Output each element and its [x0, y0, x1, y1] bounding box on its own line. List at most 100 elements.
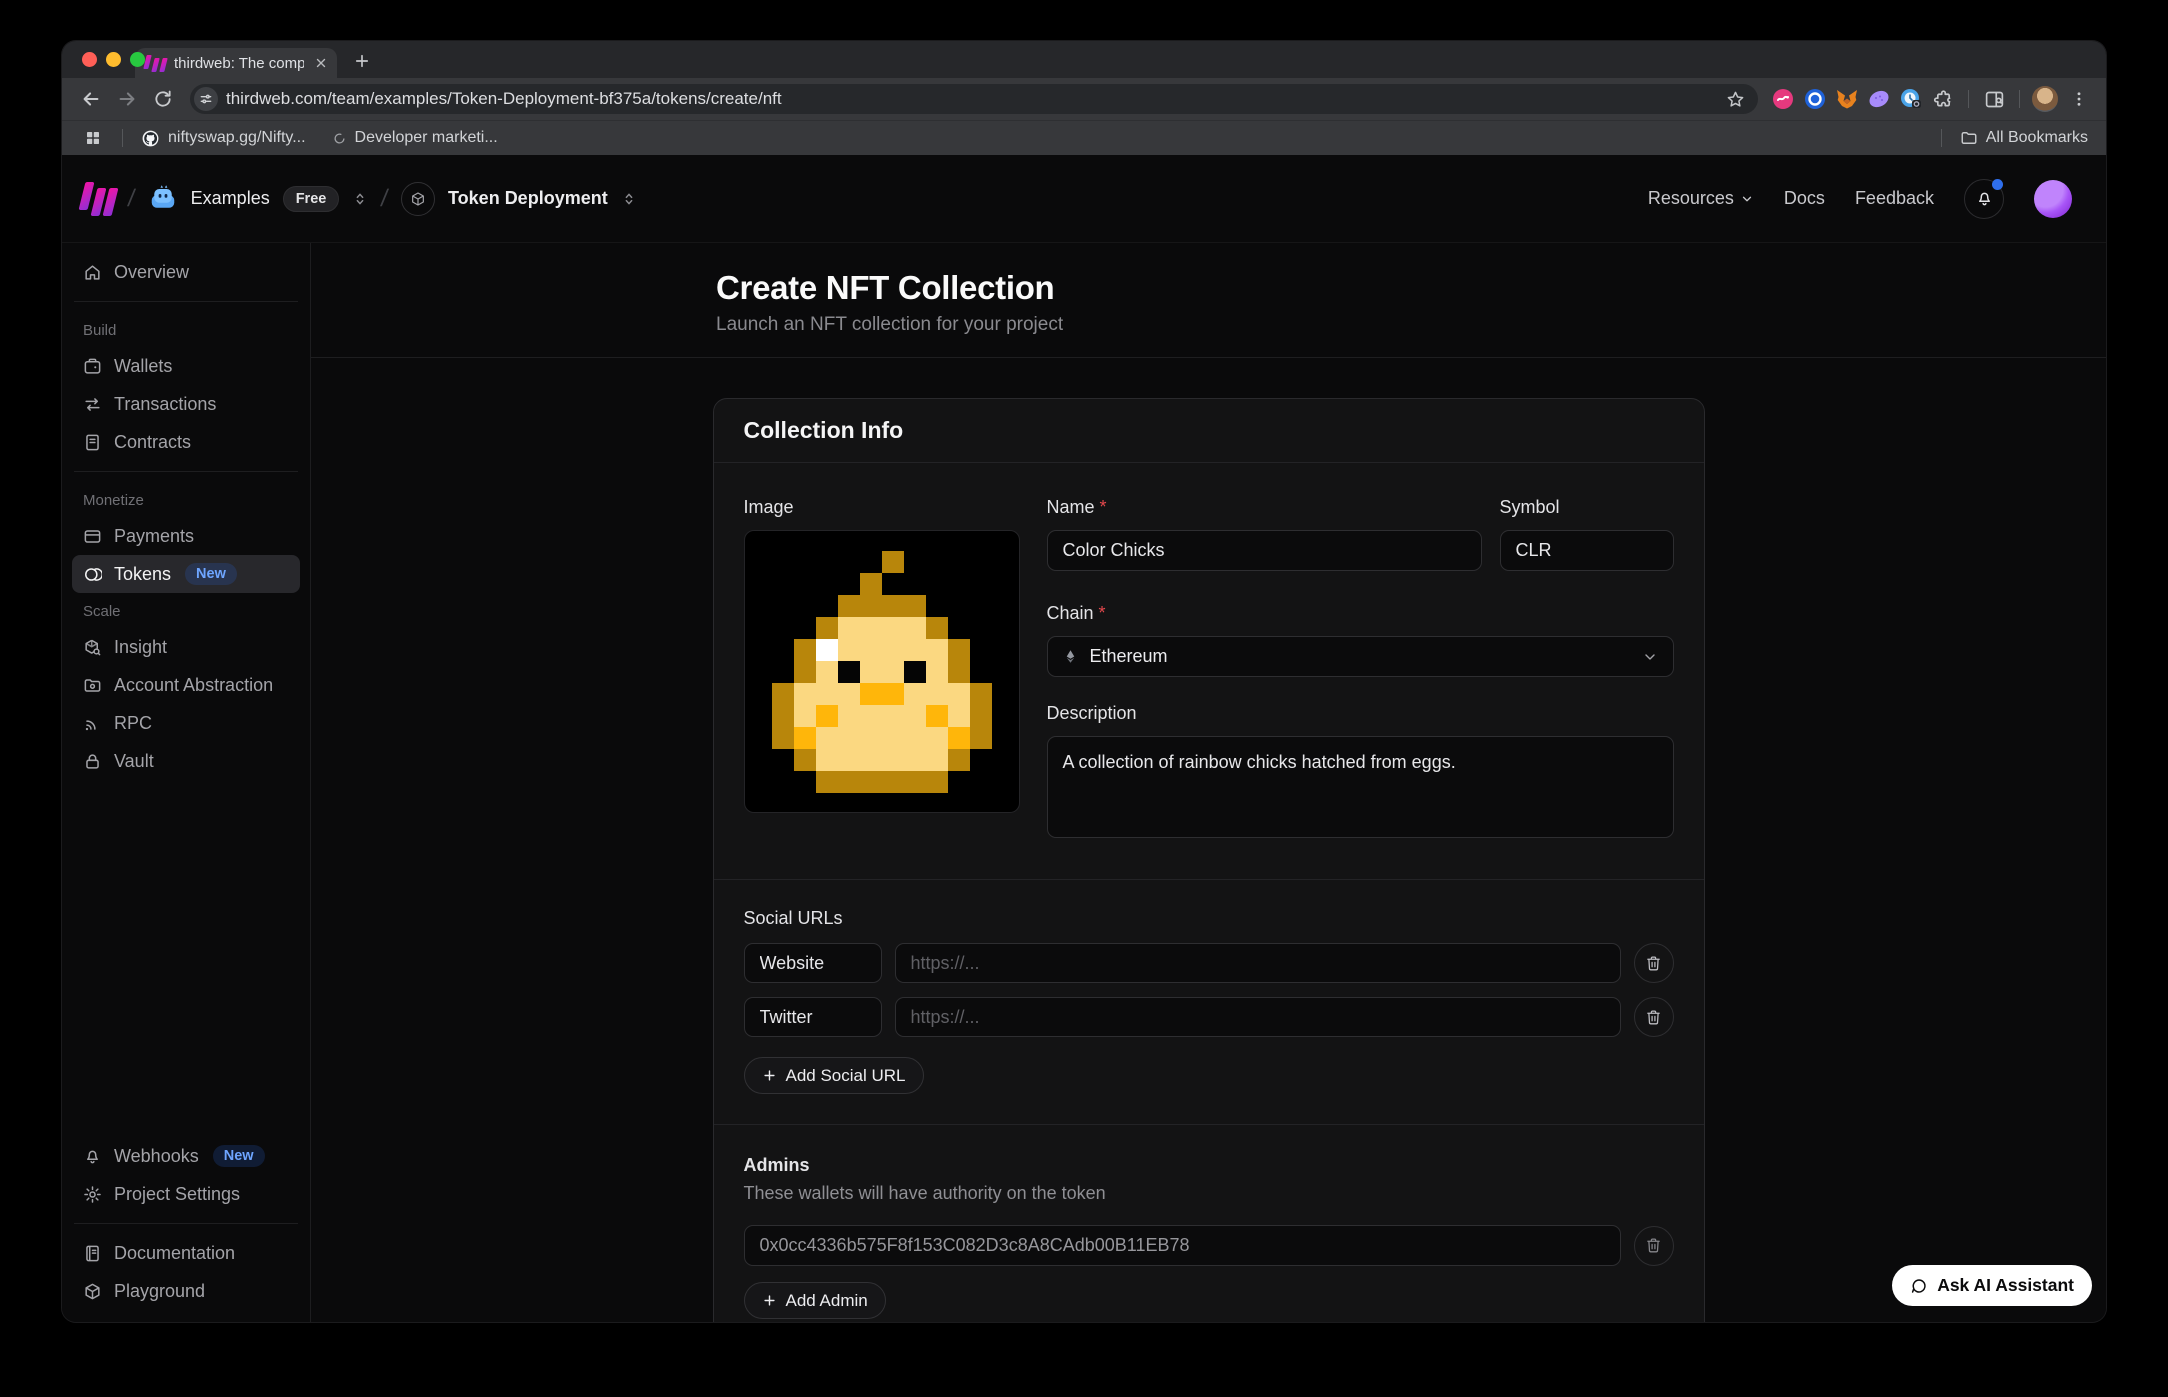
sidebar: Overview Build Wallets Transactions Cont… — [62, 243, 311, 1322]
bell-icon — [1975, 189, 1994, 208]
header-nav: Resources Docs Feedback — [1648, 179, 2072, 219]
plus-icon — [762, 1293, 777, 1308]
admin-wallet-input[interactable] — [744, 1225, 1621, 1266]
all-bookmarks-button[interactable]: All Bookmarks — [1960, 129, 2088, 147]
tab-close-icon[interactable] — [312, 55, 329, 72]
insight-icon — [83, 638, 102, 657]
account-avatar[interactable] — [2034, 180, 2072, 218]
team-name[interactable]: Examples — [191, 188, 270, 209]
team-switcher-icon[interactable] — [352, 191, 368, 207]
card-title: Collection Info — [744, 417, 904, 444]
toolbar-separator — [2019, 90, 2020, 108]
project-name[interactable]: Token Deployment — [448, 188, 608, 209]
settings-icon — [83, 1185, 102, 1204]
forward-button[interactable] — [112, 84, 142, 114]
delete-social-url-button[interactable] — [1634, 997, 1674, 1037]
chain-select[interactable]: Ethereum — [1047, 636, 1674, 677]
bookmark-developer-marketing[interactable]: Developer marketi... — [332, 129, 498, 147]
extension-pink-icon[interactable] — [1770, 86, 1796, 112]
social-platform-input[interactable] — [744, 997, 882, 1037]
notifications-button[interactable] — [1964, 179, 2004, 219]
sidebar-item-webhooks[interactable]: Webhooks New — [72, 1137, 300, 1175]
team-avatar — [148, 184, 178, 214]
add-social-url-button[interactable]: Add Social URL — [744, 1057, 924, 1094]
social-platform-input[interactable] — [744, 943, 882, 983]
site-settings-icon[interactable] — [194, 87, 218, 111]
plus-icon — [762, 1068, 777, 1083]
sidebar-item-project-settings[interactable]: Project Settings — [72, 1175, 300, 1213]
name-input[interactable] — [1047, 530, 1482, 571]
admins-section: Admins These wallets will have authority… — [714, 1125, 1704, 1322]
sidebar-item-tokens[interactable]: Tokens New — [72, 555, 300, 593]
back-button[interactable] — [76, 84, 106, 114]
apps-grid-icon[interactable] — [80, 125, 106, 151]
sidebar-item-vault[interactable]: Vault — [72, 742, 300, 780]
social-urls-section: Social URLs — [714, 880, 1704, 1124]
bookmark-star-icon[interactable] — [1722, 86, 1748, 112]
sidebar-item-payments[interactable]: Payments — [72, 517, 300, 555]
sidebar-item-playground[interactable]: Playground — [72, 1272, 300, 1310]
address-bar[interactable]: thirdweb.com/team/examples/Token-Deploym… — [190, 84, 1758, 114]
social-url-row — [744, 997, 1674, 1037]
description-textarea[interactable]: A collection of rainbow chicks hatched f… — [1047, 736, 1674, 838]
metamask-icon[interactable] — [1834, 86, 1860, 112]
browser-menu-icon[interactable] — [2064, 84, 2094, 114]
extension-blue-icon[interactable] — [1802, 86, 1828, 112]
toolbar-separator — [1968, 90, 1969, 108]
ask-ai-assistant-button[interactable]: Ask AI Assistant — [1892, 1265, 2092, 1306]
close-window-button[interactable] — [82, 52, 97, 67]
folder-icon — [1960, 129, 1978, 147]
url-text[interactable]: thirdweb.com/team/examples/Token-Deploym… — [226, 89, 1714, 109]
delete-social-url-button[interactable] — [1634, 943, 1674, 983]
side-panel-search-icon[interactable] — [1981, 86, 2007, 112]
browser-profile-avatar[interactable] — [2032, 86, 2058, 112]
zoom-window-button[interactable] — [130, 52, 145, 67]
extensions-puzzle-icon[interactable] — [1930, 86, 1956, 112]
app-header: / Examples Free / Token Deployment Reso — [62, 155, 2106, 243]
nft-image-pixels — [750, 551, 1014, 793]
sidebar-divider — [74, 471, 298, 472]
social-url-input[interactable] — [895, 997, 1621, 1037]
extension-purple-icon[interactable] — [1866, 86, 1892, 112]
thirdweb-logo-icon[interactable] — [82, 182, 115, 216]
extension-clock-icon[interactable] — [1898, 86, 1924, 112]
social-url-input[interactable] — [895, 943, 1621, 983]
add-admin-button[interactable]: Add Admin — [744, 1282, 886, 1319]
chat-bubble-icon — [1910, 1277, 1928, 1295]
chain-value: Ethereum — [1090, 646, 1168, 667]
project-icon — [401, 182, 435, 216]
collection-image-upload[interactable] — [744, 530, 1020, 813]
transactions-icon — [83, 395, 102, 414]
sidebar-item-transactions[interactable]: Transactions — [72, 385, 300, 423]
browser-tab[interactable]: thirdweb: The complete web3 — [135, 48, 337, 78]
collection-info-card: Collection Info Image — [713, 398, 1705, 1322]
social-url-row — [744, 943, 1674, 983]
resources-menu[interactable]: Resources — [1648, 188, 1754, 209]
github-icon — [141, 129, 160, 148]
sidebar-item-contracts[interactable]: Contracts — [72, 423, 300, 461]
vault-icon — [83, 752, 102, 771]
sidebar-item-account-abstraction[interactable]: Account Abstraction — [72, 666, 300, 704]
sidebar-item-overview[interactable]: Overview — [72, 253, 300, 291]
bookmarks-separator — [1941, 129, 1942, 147]
required-asterisk: * — [1099, 603, 1106, 623]
minimize-window-button[interactable] — [106, 52, 121, 67]
delete-admin-button[interactable] — [1634, 1226, 1674, 1266]
sidebar-item-insight[interactable]: Insight — [72, 628, 300, 666]
feedback-link[interactable]: Feedback — [1855, 188, 1934, 209]
refresh-button[interactable] — [148, 84, 178, 114]
social-urls-label: Social URLs — [744, 908, 1674, 929]
ethereum-icon — [1063, 649, 1078, 664]
wallet-icon — [83, 357, 102, 376]
symbol-input[interactable] — [1500, 530, 1674, 571]
sidebar-item-wallets[interactable]: Wallets — [72, 347, 300, 385]
sidebar-item-documentation[interactable]: Documentation — [72, 1234, 300, 1272]
rpc-icon — [83, 714, 102, 733]
bookmark-niftyswap[interactable]: niftyswap.gg/Nifty... — [141, 129, 306, 148]
page-header: Create NFT Collection Launch an NFT coll… — [311, 243, 2106, 358]
sidebar-item-rpc[interactable]: RPC — [72, 704, 300, 742]
docs-link[interactable]: Docs — [1784, 188, 1825, 209]
project-switcher-icon[interactable] — [621, 191, 637, 207]
new-tab-button[interactable] — [351, 50, 373, 72]
admin-wallet-row — [744, 1225, 1674, 1266]
